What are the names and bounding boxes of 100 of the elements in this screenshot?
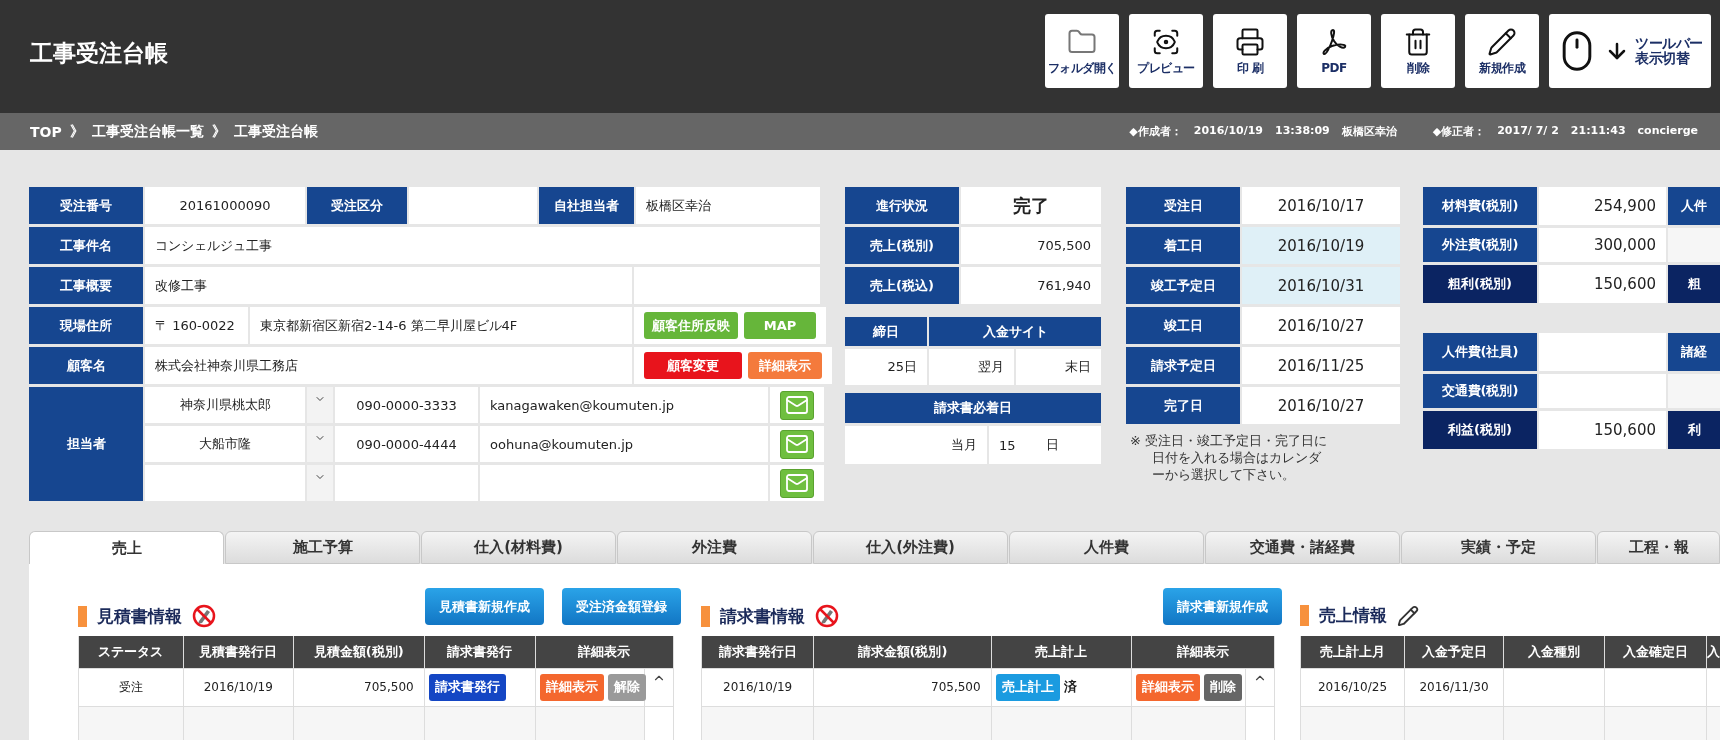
form-button[interactable]: 顧客変更 bbox=[644, 352, 742, 379]
tab[interactable]: 仕入(材料費) bbox=[421, 531, 616, 564]
field-label: 入金サイト bbox=[929, 317, 1101, 346]
field-label: 自社担当者 bbox=[539, 187, 634, 224]
breadcrumb-link[interactable]: 工事受注台帳一覧 bbox=[91, 122, 204, 141]
section-title: 見積書情報 bbox=[97, 604, 182, 628]
field-value: 15 bbox=[999, 437, 1016, 453]
column-header: 見積金額(税別) bbox=[293, 636, 425, 668]
field-label: 担当者 bbox=[29, 387, 143, 501]
contact-email: kanagawaken@koumuten.jp bbox=[480, 387, 768, 423]
done-mark: 済 bbox=[1063, 678, 1077, 696]
table-cell: 705,500 bbox=[813, 668, 992, 706]
tab[interactable]: 実績・予定 bbox=[1401, 531, 1596, 564]
field-label: 受注区分 bbox=[307, 187, 407, 224]
field-label: 受注日 bbox=[1126, 187, 1240, 224]
field-label: 顧客名 bbox=[29, 347, 143, 384]
mail-button[interactable] bbox=[780, 429, 814, 459]
breadcrumb-link[interactable]: TOP bbox=[30, 123, 62, 140]
date-value: 2016/11/25 bbox=[1242, 347, 1400, 384]
field-label: 工事概要 bbox=[29, 267, 143, 304]
contact-phone: 090-0000-4444 bbox=[335, 426, 478, 462]
toolbar-button[interactable]: 削除 bbox=[1381, 14, 1455, 88]
cost-value: 300,000 bbox=[1539, 228, 1666, 262]
tab[interactable]: 仕入(外注費) bbox=[813, 531, 1008, 564]
cost-value: 150,600 bbox=[1539, 265, 1666, 303]
status-value: 完了 bbox=[961, 187, 1101, 224]
field-value: 20161000090 bbox=[145, 187, 305, 224]
toolbar-button[interactable]: 新規作成 bbox=[1465, 14, 1539, 88]
table-cell: 2016/10/25 bbox=[1300, 668, 1405, 706]
meta-date: 2016/10/19 bbox=[1193, 124, 1263, 139]
row-button[interactable]: 請求書発行 bbox=[428, 673, 506, 701]
meta-user: concierge bbox=[1637, 124, 1698, 139]
mail-button[interactable] bbox=[780, 468, 814, 498]
column-header: 詳細表示 bbox=[1131, 636, 1275, 668]
field-value: 当月 bbox=[845, 426, 987, 464]
page-title: 工事受注台帳 bbox=[30, 39, 168, 68]
row-button[interactable]: 削除 bbox=[1204, 673, 1243, 701]
meta-time: 13:38:09 bbox=[1275, 124, 1330, 139]
trash-icon bbox=[1403, 26, 1433, 57]
field-value: 改修工事 bbox=[145, 267, 632, 304]
envelope-icon bbox=[785, 393, 809, 417]
field-label: 請求書必着日 bbox=[845, 393, 1101, 423]
column-header: 詳細表示 bbox=[535, 636, 674, 668]
contact-email: oohuna@koumuten.jp bbox=[480, 426, 768, 462]
cost-label: 外注費(税別) bbox=[1423, 228, 1537, 262]
tab[interactable]: 施工予算 bbox=[225, 531, 420, 564]
tab[interactable]: 売上 bbox=[29, 531, 224, 564]
cost-value: 254,900 bbox=[1539, 187, 1666, 225]
column-header: 売上計上月 bbox=[1300, 636, 1405, 668]
field-label: 着工日 bbox=[1126, 227, 1240, 264]
action-button[interactable]: 見積書新規作成 bbox=[425, 588, 544, 625]
table-cell: 705,500 bbox=[293, 668, 425, 706]
page-name: 工事受注台帳 bbox=[233, 122, 318, 141]
column-header: 請求書発行日 bbox=[701, 636, 814, 668]
field-label: 締日 bbox=[845, 317, 927, 346]
field-value: 板橋区幸治 bbox=[636, 187, 820, 224]
date-value: 2016/10/27 bbox=[1242, 307, 1400, 344]
field-value: 日 bbox=[1045, 436, 1059, 454]
no-edit-icon bbox=[192, 604, 216, 628]
tab[interactable]: 工程・報 bbox=[1597, 531, 1720, 564]
amount-value: 761,940 bbox=[961, 267, 1101, 304]
section-title: 売上情報 bbox=[1319, 604, 1387, 627]
field-label: 完了日 bbox=[1126, 387, 1240, 424]
pencil-icon bbox=[1487, 26, 1517, 57]
field-label: 竣工予定日 bbox=[1126, 267, 1240, 304]
cost-label: 人件 bbox=[1668, 187, 1720, 225]
cost-label: 粗 bbox=[1668, 265, 1720, 303]
field-value: コンシェルジュ工事 bbox=[145, 227, 820, 264]
postal-code: 〒 160-0022 bbox=[145, 307, 248, 344]
toolbar-button[interactable]: プレビュー bbox=[1129, 14, 1203, 88]
contact-name: 神奈川県桃太郎 bbox=[145, 387, 305, 423]
toolbar-button[interactable]: ツールバー表示切替 bbox=[1549, 14, 1711, 88]
tab[interactable]: 外注費 bbox=[617, 531, 812, 564]
date-value: 2016/10/17 bbox=[1242, 187, 1400, 224]
action-button[interactable]: 請求書新規作成 bbox=[1163, 588, 1282, 625]
tab[interactable]: 人件費 bbox=[1009, 531, 1204, 564]
date-value: 2016/10/31 bbox=[1242, 267, 1400, 304]
cost-label: 利 bbox=[1668, 411, 1720, 449]
mail-button[interactable] bbox=[780, 390, 814, 420]
cost-label: 利益(税別) bbox=[1423, 411, 1537, 449]
section-title: 請求書情報 bbox=[720, 604, 805, 628]
toolbar-button[interactable]: PDF bbox=[1297, 14, 1371, 88]
tab[interactable]: 交通費・諸経費 bbox=[1205, 531, 1400, 564]
cost-label: 粗利(税別) bbox=[1423, 265, 1537, 303]
action-button[interactable]: 受注済金額登録 bbox=[562, 588, 681, 625]
field-label: 売上(税別) bbox=[845, 227, 959, 264]
column-header: ステータス bbox=[78, 636, 184, 668]
field-value: 末日 bbox=[1016, 349, 1101, 385]
field-label: 進行状況 bbox=[845, 187, 959, 224]
note-text: ※ 受注日・竣工予定日・完了日に日付を入れる場合はカレンダーから選択して下さい。 bbox=[1130, 433, 1329, 484]
amount-value: 705,500 bbox=[961, 227, 1101, 264]
field-value: 株式会社神奈川県工務店 bbox=[145, 347, 632, 384]
toolbar-button[interactable]: 印 刷 bbox=[1213, 14, 1287, 88]
section-marker bbox=[701, 605, 710, 627]
pencil-icon[interactable] bbox=[1397, 604, 1419, 627]
meta-label: ◆作成者： bbox=[1129, 124, 1182, 139]
envelope-icon bbox=[785, 471, 809, 495]
meta-label: ◆修正者： bbox=[1432, 124, 1486, 139]
toolbar-button[interactable]: フォルダ開く bbox=[1045, 14, 1119, 88]
meta-time: 21:11:43 bbox=[1570, 124, 1626, 139]
